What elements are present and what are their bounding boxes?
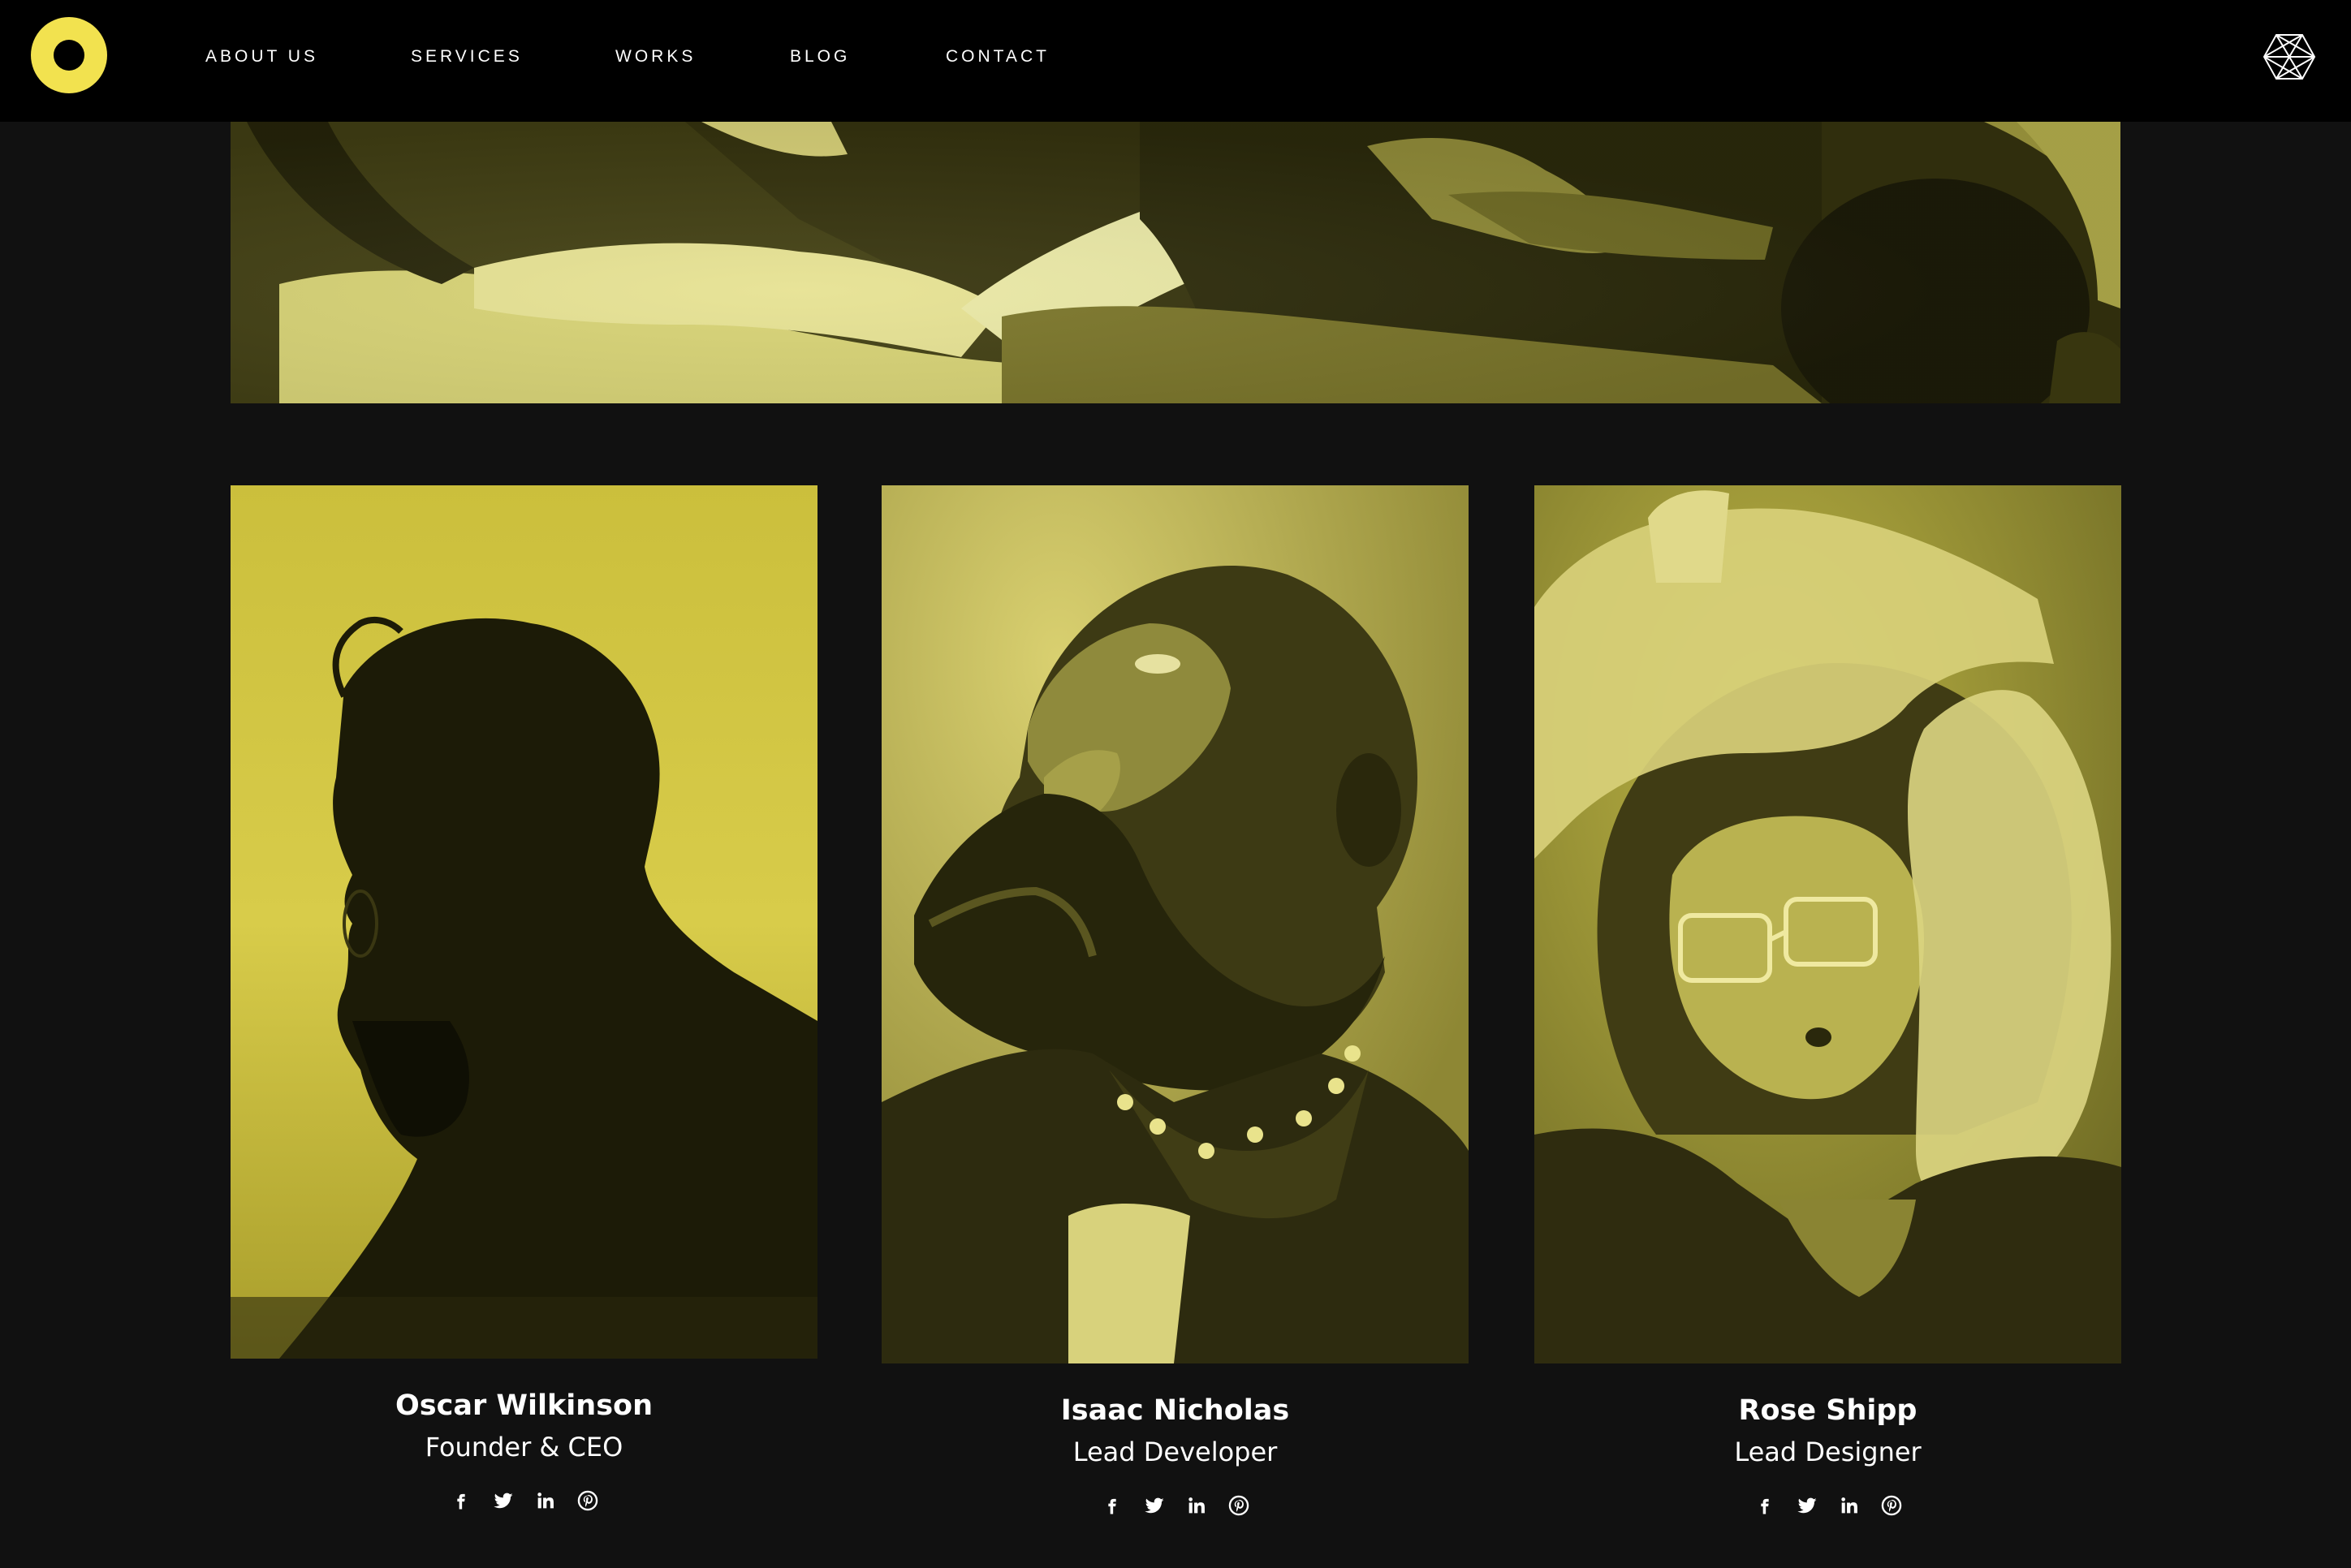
facebook-icon[interactable]	[1100, 1493, 1124, 1518]
nav-blog[interactable]: BLOG	[790, 47, 850, 67]
twitter-icon[interactable]	[491, 1488, 515, 1513]
linkedin-icon[interactable]	[1837, 1493, 1861, 1518]
team-photo-isaac	[882, 485, 1469, 1363]
social-links	[231, 1488, 817, 1513]
facebook-icon[interactable]	[449, 1488, 473, 1513]
pinterest-icon[interactable]	[1879, 1493, 1904, 1518]
member-name: Isaac Nicholas	[1060, 1394, 1290, 1427]
social-links	[882, 1493, 1469, 1518]
twitter-icon[interactable]	[1795, 1493, 1819, 1518]
linkedin-icon[interactable]	[1184, 1493, 1209, 1518]
nav-contact[interactable]: CONTACT	[946, 47, 1050, 67]
member-role: Founder & CEO	[425, 1432, 623, 1462]
hexagon-menu-icon[interactable]	[2263, 32, 2316, 81]
facebook-icon[interactable]	[1753, 1493, 1777, 1518]
nav-works[interactable]: WORKS	[615, 47, 696, 67]
pinterest-icon[interactable]	[1227, 1493, 1251, 1518]
social-links	[1534, 1493, 2121, 1518]
member-name: Oscar Wilkinson	[395, 1389, 653, 1422]
top-navigation: ABOUT US SERVICES WORKS BLOG CONTACT	[0, 0, 2351, 122]
member-role: Lead Developer	[1072, 1437, 1278, 1467]
team-photo-rose	[1534, 485, 2121, 1363]
team-photo-oscar	[231, 485, 817, 1359]
linkedin-icon[interactable]	[533, 1488, 558, 1513]
twitter-icon[interactable]	[1142, 1493, 1167, 1518]
nav-services[interactable]: SERVICES	[411, 47, 523, 67]
logo-ring-icon[interactable]	[31, 17, 107, 93]
member-name: Rose Shipp	[1738, 1394, 1917, 1427]
pinterest-icon[interactable]	[576, 1488, 600, 1513]
hero-team-photo	[231, 122, 2120, 403]
nav-about-us[interactable]: ABOUT US	[205, 47, 318, 67]
member-role: Lead Designer	[1734, 1437, 1922, 1467]
